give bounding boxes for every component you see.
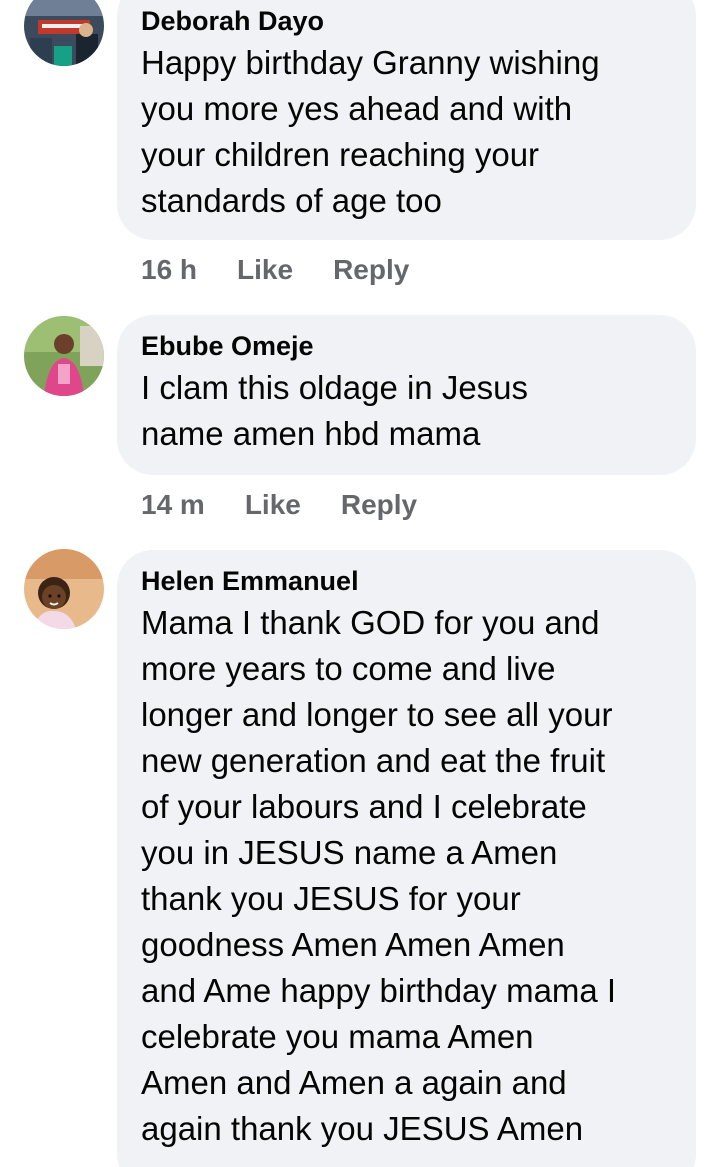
avatar-photo-icon	[24, 549, 104, 629]
comment-line: of your labours and I celebrate	[141, 788, 587, 825]
avatar-photo-icon	[24, 316, 104, 396]
comment-line: celebrate you mama Amen	[141, 1018, 534, 1055]
avatar[interactable]	[24, 0, 104, 66]
comment-timestamp[interactable]: 14 m	[141, 489, 205, 521]
comment-line: Happy birthday Granny wishing	[141, 44, 600, 81]
like-button[interactable]: Like	[245, 489, 301, 521]
comment-text: I clam this oldage in Jesus name amen hb…	[141, 365, 672, 457]
comments-thread: Deborah Dayo Happy birthday Granny wishi…	[0, 0, 719, 1167]
comment-author[interactable]: Deborah Dayo	[141, 4, 672, 38]
reply-button[interactable]: Reply	[333, 254, 409, 286]
reply-button[interactable]: Reply	[341, 489, 417, 521]
comment-line: you more yes ahead and with	[141, 90, 573, 127]
comment-bubble: Ebube Omeje I clam this oldage in Jesus …	[117, 315, 696, 475]
comment-line: you in JESUS name a Amen	[141, 834, 558, 871]
like-button[interactable]: Like	[237, 254, 293, 286]
comment-line: longer and longer to see all your	[141, 696, 613, 733]
avatar-photo-icon	[24, 0, 104, 66]
comment-line: new generation and eat the fruit	[141, 742, 606, 779]
comment-author[interactable]: Ebube Omeje	[141, 329, 672, 363]
comment-line: again thank you JESUS Amen	[141, 1110, 584, 1147]
comment-text: Happy birthday Granny wishing you more y…	[141, 40, 672, 224]
comment-line: Amen and Amen a again and	[141, 1064, 567, 1101]
comment-line: name amen hbd mama	[141, 415, 481, 452]
comment-line: I clam this oldage in Jesus	[141, 369, 529, 406]
comment-timestamp[interactable]: 16 h	[141, 254, 197, 286]
avatar[interactable]	[24, 549, 104, 629]
comment-text: Mama I thank GOD for you and more years …	[141, 600, 672, 1152]
comment-line: more years to come and live	[141, 650, 556, 687]
comment-bubble: Deborah Dayo Happy birthday Granny wishi…	[117, 0, 696, 240]
comment-line: thank you JESUS for your	[141, 880, 521, 917]
comment-author[interactable]: Helen Emmanuel	[141, 564, 672, 598]
avatar[interactable]	[24, 316, 104, 396]
comment-actions: 14 m Like Reply	[141, 485, 417, 525]
comment-bubble: Helen Emmanuel Mama I thank GOD for you …	[117, 550, 696, 1167]
comment-line: goodness Amen Amen Amen	[141, 926, 565, 963]
comment-line: Mama I thank GOD for you and	[141, 604, 600, 641]
comment-line: and Ame happy birthday mama I	[141, 972, 617, 1009]
comment-line: your children reaching your	[141, 136, 540, 173]
comment-line: standards of age too	[141, 182, 442, 219]
comment-actions: 16 h Like Reply	[141, 250, 409, 290]
